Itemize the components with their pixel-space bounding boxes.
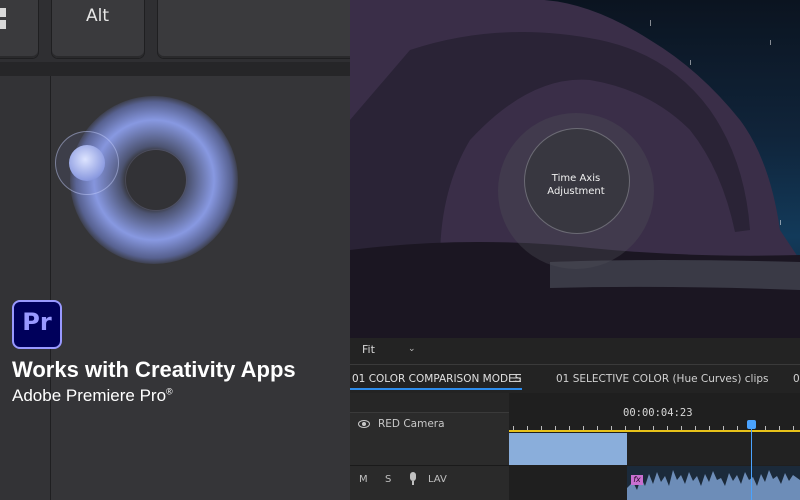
video-clip[interactable] [509,433,627,465]
tab-overflow[interactable]: 0 [793,373,800,385]
playhead-handle[interactable] [747,420,756,429]
trademark-mark: ® [166,386,173,397]
tab-selective-color[interactable]: 01 SELECTIVE COLOR (Hue Curves) clips [556,373,769,385]
alt-key-label: Alt [86,6,110,26]
space-key[interactable] [158,0,350,58]
video-track-empty [627,433,800,465]
dial-center [126,150,186,210]
headline: Works with Creativity Apps [12,357,296,382]
keyboard-touchpad-panel: Alt Pr Works with Creativity Apps Adobe … [0,0,350,500]
playhead-line[interactable] [751,426,752,500]
premiere-app-window: Time Axis Adjustment Fit ⌄ 01 COLOR COMP… [350,0,800,500]
work-area-bar[interactable] [509,430,800,432]
tab-color-comparison-modes[interactable]: 01 COLOR COMPARISON MODES [352,373,521,385]
subheadline: Adobe Premiere Pro® [12,386,173,406]
windows-icon [0,8,6,30]
time-axis-dial-label: Time Axis Adjustment [524,172,628,198]
logo-text: Pr [22,308,52,336]
microphone-icon[interactable] [410,472,416,481]
program-monitor[interactable]: Time Axis Adjustment [350,0,800,338]
active-tab-indicator [350,388,522,390]
fx-badge[interactable]: fx [631,475,643,485]
eye-icon-pupil [362,422,366,426]
finger-touch-point-icon[interactable] [69,145,105,181]
audio-clip-waveform[interactable] [627,466,800,500]
tab-menu-icon[interactable]: ☰ [512,372,522,385]
playhead-timecode[interactable]: 00:00:04:23 [623,407,693,419]
audio-track-name: LAV [428,474,447,485]
mute-button[interactable]: M [359,474,368,485]
solo-button[interactable]: S [385,474,391,485]
chevron-down-icon[interactable]: ⌄ [408,344,416,354]
video-track-name: RED Camera [378,418,445,430]
waveform [627,470,800,500]
palm-rest-left [0,76,50,500]
premiere-pro-logo: Pr [12,300,62,349]
subheadline-text: Adobe Premiere Pro [12,386,167,405]
dial-label-line2: Adjustment [547,186,605,197]
keyboard-gap [0,62,350,76]
microphone-icon-stem [412,481,414,485]
dial-label-line1: Time Axis [551,173,601,184]
